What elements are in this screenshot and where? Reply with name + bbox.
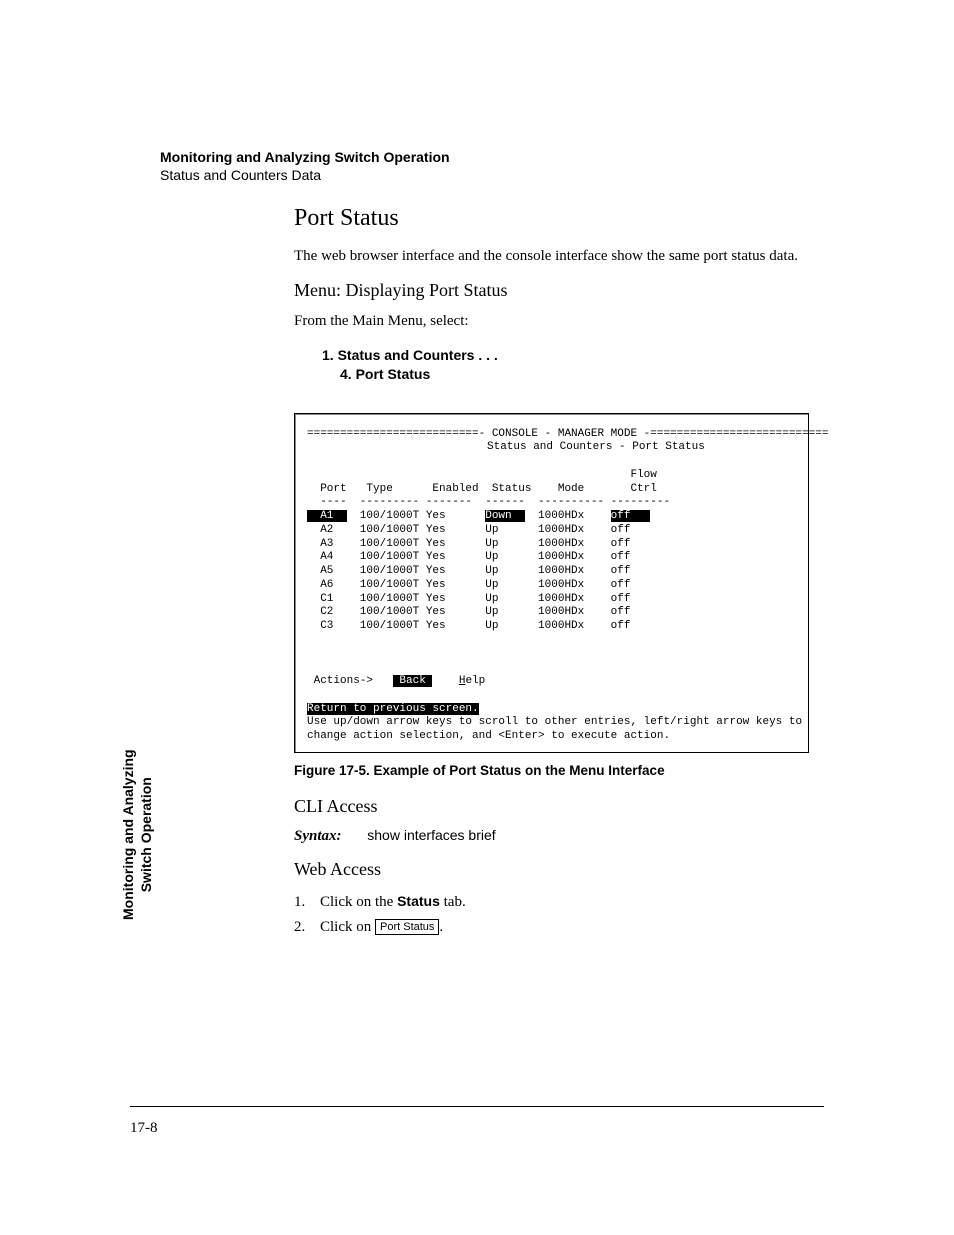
term-title: ==========================- CONSOLE - MA… bbox=[307, 428, 796, 442]
heading-web-access: Web Access bbox=[294, 859, 809, 880]
figure-caption: Figure 17-5. Example of Port Status on t… bbox=[294, 763, 809, 778]
term-cols: Port Type Enabled Status Mode Ctrl bbox=[307, 483, 796, 497]
footer-rule bbox=[130, 1106, 824, 1107]
web-steps: 1.Click on the Status tab. 2.Click on Po… bbox=[294, 890, 809, 941]
term-rows: A1 100/1000T Yes Down 1000HDx off A2 100… bbox=[307, 510, 796, 634]
section-title: Status and Counters Data bbox=[160, 166, 450, 184]
syntax-command: show interfaces brief bbox=[367, 827, 495, 843]
term-help1: Use up/down arrow keys to scroll to othe… bbox=[307, 716, 796, 730]
syntax-label: Syntax: bbox=[294, 828, 342, 844]
term-return: Return to previous screen. bbox=[307, 703, 796, 717]
running-header: Monitoring and Analyzing Switch Operatio… bbox=[160, 148, 450, 184]
menu-path-1: 1. Status and Counters . . . bbox=[322, 346, 809, 366]
terminal-screenshot: ==========================- CONSOLE - MA… bbox=[294, 413, 809, 753]
term-subtitle: Status and Counters - Port Status bbox=[307, 441, 796, 455]
page-number: 17-8 bbox=[130, 1120, 158, 1137]
term-flow-header: Flow bbox=[307, 469, 796, 483]
port-status-button: Port Status bbox=[375, 919, 439, 935]
syntax-row: Syntax: show interfaces brief bbox=[294, 827, 809, 845]
status-tab-label: Status bbox=[397, 893, 440, 909]
menu-path: 1. Status and Counters . . . 4. Port Sta… bbox=[322, 346, 809, 385]
list-item: 1.Click on the Status tab. bbox=[294, 890, 809, 916]
chapter-title: Monitoring and Analyzing Switch Operatio… bbox=[160, 148, 450, 166]
menu-path-2: 4. Port Status bbox=[340, 365, 809, 385]
heading-menu-display: Menu: Displaying Port Status bbox=[294, 280, 809, 301]
list-item: 2.Click on Port Status. bbox=[294, 915, 809, 941]
term-actions: Actions-> Back Help bbox=[307, 675, 796, 689]
heading-cli-access: CLI Access bbox=[294, 796, 809, 817]
term-cols-line: ---- --------- ------- ------ ----------… bbox=[307, 496, 796, 510]
back-action: Back bbox=[393, 675, 433, 687]
heading-port-status: Port Status bbox=[294, 205, 809, 232]
side-tab: Monitoring and Analyzing Switch Operatio… bbox=[120, 749, 155, 920]
main-content: Port Status The web browser interface an… bbox=[294, 205, 809, 941]
menu-lead: From the Main Menu, select: bbox=[294, 311, 809, 331]
intro-paragraph: The web browser interface and the consol… bbox=[294, 246, 809, 266]
term-help2: change action selection, and <Enter> to … bbox=[307, 730, 796, 744]
